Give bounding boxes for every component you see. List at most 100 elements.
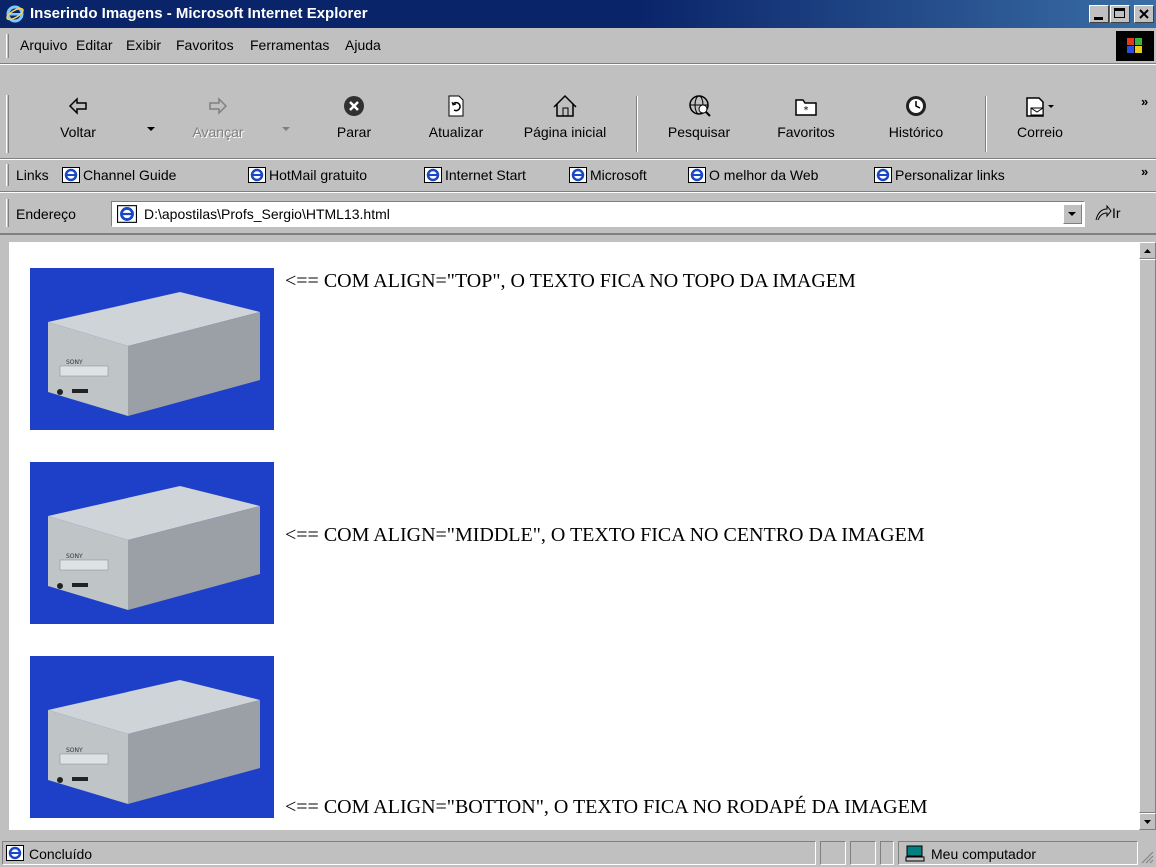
menu-arquivo[interactable]: Arquivo — [20, 36, 67, 54]
divider — [0, 233, 1156, 235]
status-text: Concluído — [29, 846, 93, 862]
toolbar-separator — [636, 96, 638, 152]
link-label: Channel Guide — [83, 167, 177, 183]
divider — [0, 158, 1156, 160]
address-field[interactable]: D:\apostilas\Profs_Sergio\HTML13.html — [111, 201, 1085, 227]
link-microsoft[interactable]: Microsoft — [569, 165, 647, 185]
links-band-grip[interactable] — [6, 164, 9, 186]
ie-logo-icon — [6, 5, 24, 23]
window-title: Inserindo Imagens - Microsoft Internet E… — [30, 5, 368, 22]
mail-icon — [1026, 97, 1054, 117]
link-label: Internet Start — [445, 167, 526, 183]
search-button[interactable]: Pesquisar — [656, 94, 742, 154]
link-hotmail[interactable]: HotMail gratuito — [248, 165, 367, 185]
svg-text:*: * — [804, 105, 809, 116]
forward-button[interactable]: Avançar — [178, 94, 258, 154]
home-button[interactable]: Página inicial — [506, 94, 624, 154]
toolbar-chevron-icon[interactable]: » — [1141, 94, 1148, 109]
address-label: Endereço — [16, 206, 76, 222]
status-pane — [850, 841, 876, 865]
caption-middle: <== COM ALIGN="MIDDLE", O TEXTO FICA NO … — [285, 524, 925, 546]
close-icon — [1139, 9, 1149, 19]
page-content[interactable]: SONY <== COM ALIGN="TOP", O TEXTO FICA N… — [9, 242, 1139, 830]
link-label: HotMail gratuito — [269, 167, 368, 183]
menu-ajuda[interactable]: Ajuda — [345, 36, 381, 54]
chevron-down-icon — [1068, 212, 1076, 216]
ie-page-icon — [569, 167, 587, 183]
back-arrow-icon — [68, 97, 87, 115]
vertical-scrollbar[interactable] — [1139, 242, 1156, 830]
mail-button[interactable]: Correio — [1004, 94, 1076, 154]
favorites-button[interactable]: * Favoritos — [768, 94, 844, 154]
ie-page-icon — [688, 167, 706, 183]
link-o-melhor-da-web[interactable]: O melhor da Web — [688, 165, 818, 185]
search-label: Pesquisar — [667, 124, 731, 140]
cd-drive-image: SONY — [30, 462, 274, 624]
link-label: O melhor da Web — [709, 167, 819, 183]
favorites-folder-icon: * — [795, 99, 817, 116]
divider — [0, 63, 1156, 65]
back-label: Voltar — [60, 124, 96, 140]
status-pane — [880, 841, 894, 865]
ie-page-icon — [117, 205, 137, 223]
link-internet-start[interactable]: Internet Start — [424, 165, 526, 185]
link-personalizar-links[interactable]: Personalizar links — [874, 165, 1005, 185]
maximize-icon — [1114, 8, 1125, 18]
menu-editar[interactable]: Editar — [76, 36, 113, 54]
stop-label: Parar — [336, 124, 372, 140]
forward-dropdown-icon[interactable] — [282, 120, 290, 135]
link-label: Microsoft — [590, 167, 647, 183]
forward-arrow-icon — [209, 97, 228, 115]
link-channel-guide[interactable]: Channel Guide — [62, 165, 176, 185]
toolbar-separator — [985, 96, 987, 152]
caption-top: <== COM ALIGN="TOP", O TEXTO FICA NO TOP… — [285, 270, 856, 292]
ie-page-icon — [6, 845, 24, 861]
windows-logo-icon — [1127, 38, 1142, 53]
scroll-down-button[interactable] — [1139, 813, 1156, 830]
ie-page-icon — [874, 167, 892, 183]
history-icon — [906, 96, 926, 116]
status-bar: Concluído Meu computador — [0, 838, 1156, 867]
go-arrow-icon — [1095, 204, 1112, 221]
home-label: Página inicial — [523, 124, 607, 140]
address-band-grip[interactable] — [6, 199, 9, 227]
maximize-button[interactable] — [1110, 5, 1130, 23]
back-button[interactable]: Voltar — [46, 94, 110, 154]
menu-band-grip[interactable] — [6, 34, 9, 58]
menu-ferramentas[interactable]: Ferramentas — [250, 36, 329, 54]
resize-grip-icon[interactable] — [1140, 850, 1154, 864]
history-button[interactable]: Histórico — [876, 94, 956, 154]
refresh-button[interactable]: Atualizar — [420, 94, 492, 154]
menu-favoritos[interactable]: Favoritos — [176, 36, 234, 54]
back-dropdown-icon[interactable] — [147, 120, 155, 135]
arrow-up-icon — [1144, 249, 1151, 253]
favorites-label: Favoritos — [777, 124, 835, 140]
ie-page-icon — [424, 167, 442, 183]
link-label: Personalizar links — [895, 167, 1005, 183]
stop-button[interactable]: Parar — [322, 94, 386, 154]
address-dropdown-button[interactable] — [1063, 204, 1082, 224]
title-bar[interactable]: Inserindo Imagens - Microsoft Internet E… — [0, 0, 1156, 28]
close-button[interactable] — [1134, 5, 1154, 23]
refresh-icon — [448, 95, 464, 117]
go-button[interactable]: Ir — [1094, 202, 1121, 226]
home-icon — [553, 94, 577, 117]
toolbar-band-grip[interactable] — [6, 95, 9, 153]
search-globe-icon — [689, 95, 711, 117]
windows-throbber — [1116, 31, 1154, 61]
forward-label: Avançar — [192, 124, 244, 140]
links-chevron-icon[interactable]: » — [1141, 164, 1148, 179]
address-value[interactable]: D:\apostilas\Profs_Sergio\HTML13.html — [144, 205, 390, 223]
divider — [0, 191, 1156, 193]
cd-drive-image: SONY — [30, 656, 274, 818]
mail-label: Correio — [1017, 124, 1063, 140]
scroll-up-button[interactable] — [1139, 242, 1156, 259]
menu-exibir[interactable]: Exibir — [126, 36, 161, 54]
minimize-icon — [1094, 17, 1103, 20]
minimize-button[interactable] — [1089, 5, 1109, 23]
brand-label: SONY — [66, 553, 83, 560]
scroll-thumb[interactable] — [1139, 259, 1156, 813]
my-computer-icon — [905, 845, 925, 862]
links-label[interactable]: Links — [16, 165, 49, 185]
example-bottom: SONY <== COM ALIGN="BOTTON", O TEXTO FIC… — [30, 656, 928, 818]
